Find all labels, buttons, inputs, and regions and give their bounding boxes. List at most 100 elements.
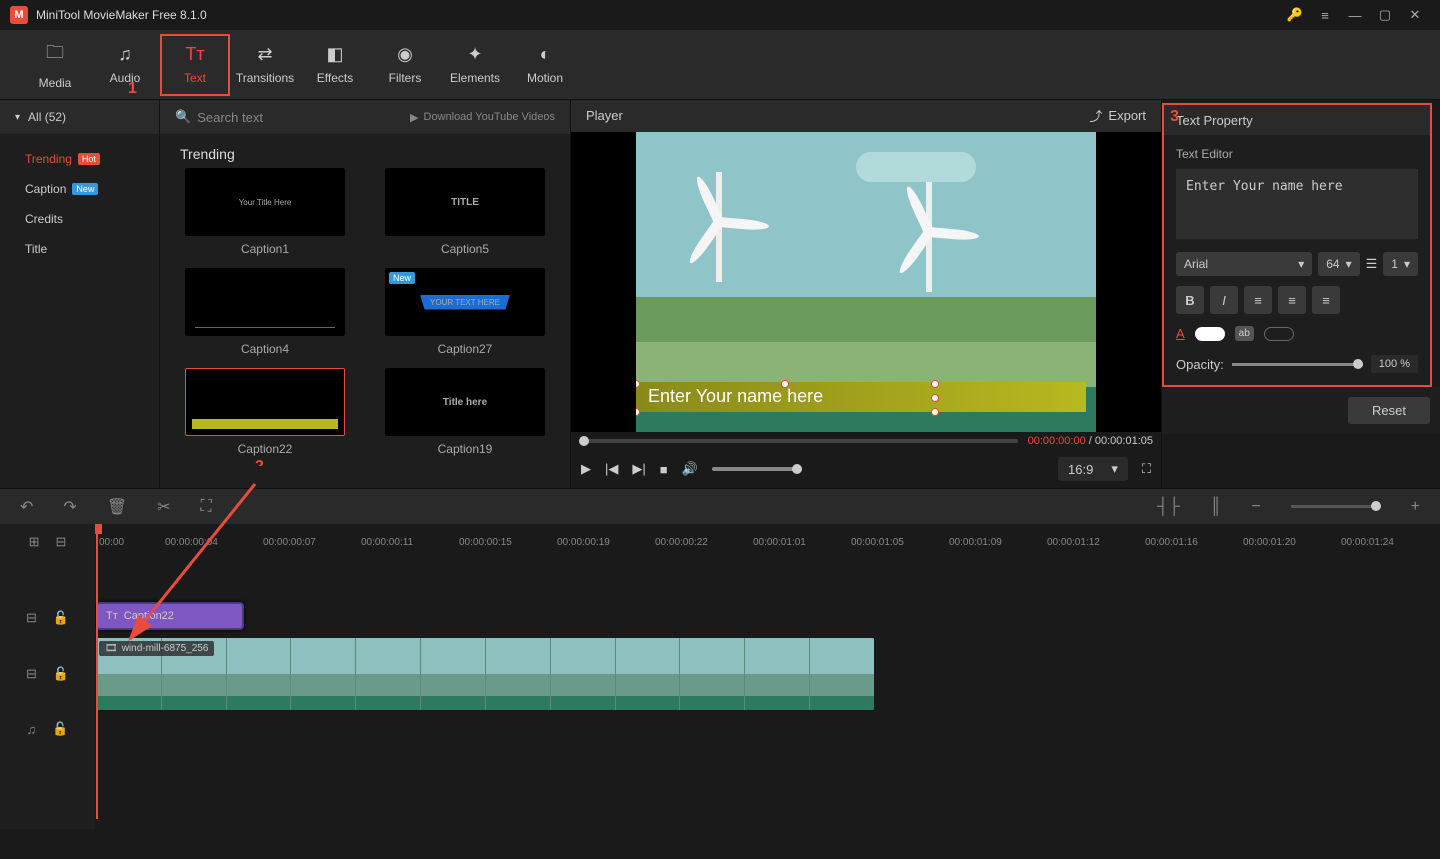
align-left-button[interactable]: ≡ xyxy=(1244,286,1272,314)
align-right-button[interactable]: ≡ xyxy=(1312,286,1340,314)
gallery-item-caption27[interactable]: New YOUR TEXT HERE Caption27 xyxy=(380,268,550,356)
timeline-ruler[interactable]: 00:00 00:00:00:04 00:00:00:07 00:00:00:1… xyxy=(95,524,1440,560)
elements-icon: ✦ xyxy=(467,44,482,65)
preview-canvas[interactable]: / Enter Your name here xyxy=(571,132,1161,432)
italic-button[interactable]: I xyxy=(1210,286,1238,314)
new-badge: New xyxy=(72,183,98,195)
highlight-icon[interactable]: ab xyxy=(1235,326,1254,341)
prev-frame-button[interactable]: |◀ xyxy=(605,461,618,477)
crop-button[interactable]: ⛶ xyxy=(201,498,212,516)
category-title[interactable]: Title xyxy=(0,234,159,264)
maximize-button[interactable]: ▢ xyxy=(1370,0,1400,30)
marker-button[interactable]: ║ xyxy=(1210,498,1221,516)
download-youtube-link[interactable]: ▶ Download YouTube Videos xyxy=(410,111,555,124)
next-frame-button[interactable]: ▶| xyxy=(632,461,645,477)
audio-track[interactable] xyxy=(95,711,1440,747)
gallery-item-caption19[interactable]: Title here Caption19 xyxy=(380,368,550,456)
text-input[interactable] xyxy=(1176,169,1418,239)
seek-bar[interactable] xyxy=(579,439,1018,443)
chevron-down-icon: ▾ xyxy=(1404,257,1410,271)
volume-icon[interactable]: 🔊 xyxy=(682,461,698,477)
filters-icon: ◉ xyxy=(397,44,413,65)
reset-button[interactable]: Reset xyxy=(1348,397,1430,424)
tab-audio[interactable]: ♫ Audio xyxy=(90,34,160,96)
tab-text[interactable]: Tᴛ Text xyxy=(160,34,230,96)
text-track[interactable]: Tᴛ Caption22 xyxy=(95,600,1440,636)
tab-motion[interactable]: ◐ Motion xyxy=(510,34,580,96)
zoom-in-button[interactable]: + xyxy=(1411,498,1420,516)
opacity-slider[interactable] xyxy=(1232,363,1363,366)
tab-media[interactable]: 🗀 Media xyxy=(20,34,90,96)
timeline: ⊞ ⊟ ⊟ 🔓 ⊟ 🔓 ♫ 🔓 00:00 00:00:00:04 00:00:… xyxy=(0,524,1440,829)
export-icon: ⤴ xyxy=(1089,106,1102,125)
track-visibility-icon[interactable]: ⊟ xyxy=(26,610,37,626)
opacity-value: 100 % xyxy=(1371,355,1418,373)
category-panel: ▾ All (52) Trending Hot Caption New Cred… xyxy=(0,100,160,488)
annotation-1: 1 xyxy=(128,80,137,98)
gallery-item-caption4[interactable]: Caption4 xyxy=(180,268,350,356)
category-credits[interactable]: Credits xyxy=(0,204,159,234)
timeline-toolbar: ↶ ↷ 🗑 ✂ ⛶ ┤├ ║ − + xyxy=(0,488,1440,524)
folder-icon: 🗀 xyxy=(46,40,64,70)
add-track-icon[interactable]: ⊞ xyxy=(29,534,40,550)
chevron-down-icon: ▾ xyxy=(1298,257,1304,271)
annotation-3: 3 xyxy=(1170,108,1179,126)
export-button[interactable]: ⤴ Export xyxy=(1089,106,1146,125)
category-trending[interactable]: Trending Hot xyxy=(0,144,159,174)
zoom-slider[interactable] xyxy=(1291,505,1381,508)
caption-overlay[interactable]: Enter Your name here xyxy=(636,382,1086,412)
tab-elements[interactable]: ✦ Elements xyxy=(440,34,510,96)
lock-icon[interactable]: 🔓 xyxy=(53,610,69,626)
menu-icon[interactable]: ≡ xyxy=(1310,0,1340,30)
gallery-item-caption22[interactable]: Caption22 xyxy=(180,368,350,456)
text-color-icon[interactable]: A xyxy=(1176,326,1185,341)
fit-button[interactable]: ┤├ xyxy=(1157,498,1180,516)
tab-effects[interactable]: ◧ Effects xyxy=(300,34,370,96)
player-panel: Player ⤴ Export 3 xyxy=(570,100,1162,488)
titlebar: M MiniTool MovieMaker Free 8.1.0 🔑 ≡ — ▢… xyxy=(0,0,1440,30)
text-clip[interactable]: Tᴛ Caption22 xyxy=(96,602,244,630)
app-logo: M xyxy=(10,6,28,24)
tab-filters[interactable]: ◉ Filters xyxy=(370,34,440,96)
track-visibility-icon[interactable]: ⊟ xyxy=(26,666,37,682)
zoom-out-button[interactable]: − xyxy=(1251,498,1260,516)
lock-icon[interactable]: 🔓 xyxy=(52,721,68,737)
highlight-color-swatch[interactable] xyxy=(1264,327,1294,341)
bold-button[interactable]: B xyxy=(1176,286,1204,314)
youtube-icon: ▶ xyxy=(410,111,418,124)
video-track[interactable]: 🎞 wind-mill-6875_256 xyxy=(95,636,1440,711)
key-icon[interactable]: 🔑 xyxy=(1280,0,1310,30)
minimize-button[interactable]: — xyxy=(1340,0,1370,30)
category-all[interactable]: ▾ All (52) xyxy=(0,100,159,134)
lock-icon[interactable]: 🔓 xyxy=(53,666,69,682)
annotation-2: 2 xyxy=(255,458,264,466)
main-tabs: 🗀 Media ♫ Audio Tᴛ Text ⇄ Transitions ◧ … xyxy=(0,30,1440,100)
line-spacing-select[interactable]: 1 ▾ xyxy=(1383,252,1418,276)
aspect-ratio-select[interactable]: 16:9 ▾ xyxy=(1058,457,1128,481)
undo-button[interactable]: ↶ xyxy=(20,497,33,517)
music-track-icon[interactable]: ♫ xyxy=(27,722,37,737)
gallery-item-caption5[interactable]: TITLE Caption5 xyxy=(380,168,550,256)
playhead[interactable] xyxy=(96,524,98,819)
play-button[interactable]: ▶ xyxy=(581,461,591,477)
volume-slider[interactable] xyxy=(712,467,802,471)
size-select[interactable]: 64 ▾ xyxy=(1318,252,1359,276)
video-clip[interactable]: 🎞 wind-mill-6875_256 xyxy=(96,638,874,710)
fullscreen-button[interactable]: ⛶ xyxy=(1142,461,1151,477)
text-property-panel: Text Property Text Editor Arial ▾ 64 ▾ ☰… xyxy=(1162,103,1432,387)
cut-button[interactable]: ✂ xyxy=(157,497,170,517)
delete-button[interactable]: 🗑 xyxy=(107,497,127,517)
gallery-panel: 🔍 Search text ▶ Download YouTube Videos … xyxy=(160,100,570,488)
tab-transitions[interactable]: ⇄ Transitions xyxy=(230,34,300,96)
search-input[interactable]: 🔍 Search text xyxy=(175,109,400,125)
new-badge: New xyxy=(389,272,415,284)
category-caption[interactable]: Caption New xyxy=(0,174,159,204)
close-button[interactable]: ✕ xyxy=(1400,0,1430,30)
redo-button[interactable]: ↷ xyxy=(63,497,76,517)
text-color-swatch[interactable] xyxy=(1195,327,1225,341)
stop-button[interactable]: ■ xyxy=(660,462,668,477)
remove-track-icon[interactable]: ⊟ xyxy=(56,534,67,550)
gallery-item-caption1[interactable]: Your Title Here Caption1 xyxy=(180,168,350,256)
font-select[interactable]: Arial ▾ xyxy=(1176,252,1312,276)
align-center-button[interactable]: ≡ xyxy=(1278,286,1306,314)
